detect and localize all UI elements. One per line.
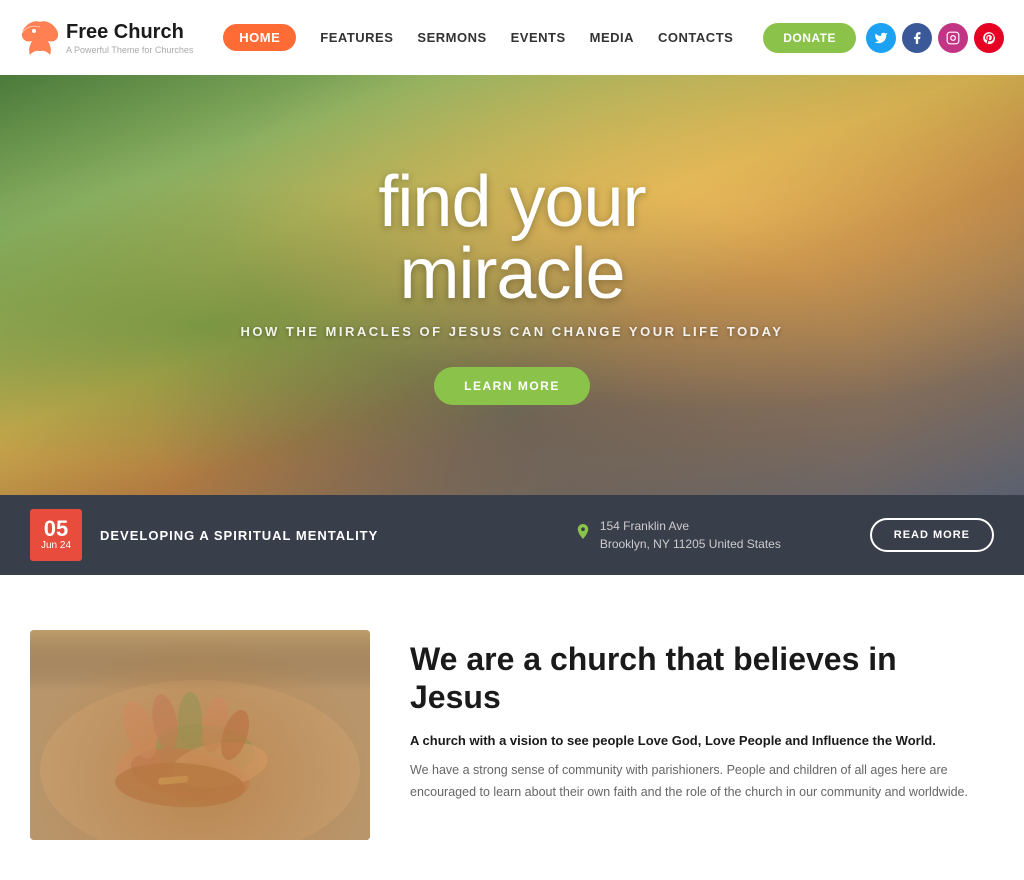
about-tagline: A church with a vision to see people Lov… [410,731,994,751]
main-nav: HOME FEATURES SERMONS EVENTS MEDIA CONTA… [223,24,733,51]
hero-section: find your miracle HOW THE MIRACLES OF JE… [0,75,1024,495]
pinterest-icon[interactable] [974,23,1004,53]
twitter-icon[interactable] [866,23,896,53]
hero-subtitle: HOW THE MIRACLES OF JESUS CAN CHANGE YOU… [241,324,784,339]
about-heading: We are a church that believes in Jesus [410,640,994,717]
instagram-icon[interactable] [938,23,968,53]
nav-features[interactable]: FEATURES [320,30,393,45]
about-content: We are a church that believes in Jesus A… [410,630,994,803]
about-image [30,630,370,840]
location-text: 154 Franklin Ave Brooklyn, NY 11205 Unit… [600,517,781,553]
about-image-bg [30,630,370,840]
hero-title-line2: miracle [399,234,624,314]
facebook-icon[interactable] [902,23,932,53]
event-title: DEVELOPING A SPIRITUAL MENTALITY [100,528,485,543]
hero-cta-button[interactable]: LEARN MORE [434,367,590,405]
logo-title: Free Church [66,21,193,43]
logo[interactable]: Free Church A Powerful Theme for Churche… [20,15,193,60]
event-date-box: 05 Jun 24 [30,509,82,561]
nav-home[interactable]: HOME [223,24,296,51]
location-line2: Brooklyn, NY 11205 United States [600,535,781,553]
nav-contacts[interactable]: CONTACTS [658,30,733,45]
hero-title: find your miracle [241,166,784,310]
hero-title-line1: find your [378,162,645,242]
location-line1: 154 Franklin Ave [600,517,781,535]
event-date-day: 05 [44,518,68,540]
header-right: DONATE [763,23,1004,53]
event-location: 154 Franklin Ave Brooklyn, NY 11205 Unit… [485,517,870,553]
read-more-button[interactable]: READ MORE [870,518,994,552]
event-date-month: Jun 24 [41,540,71,552]
event-bar: 05 Jun 24 DEVELOPING A SPIRITUAL MENTALI… [0,495,1024,575]
social-icons [866,23,1004,53]
about-section: We are a church that believes in Jesus A… [0,575,1024,880]
donate-button[interactable]: DONATE [763,23,856,53]
about-body: We have a strong sense of community with… [410,760,994,803]
location-icon [574,522,592,549]
nav-sermons[interactable]: SERMONS [417,30,486,45]
hero-content: find your miracle HOW THE MIRACLES OF JE… [221,146,804,425]
logo-subtitle: A Powerful Theme for Churches [66,45,193,55]
nav-events[interactable]: EVENTS [511,30,566,45]
logo-icon [20,15,58,60]
site-header: Free Church A Powerful Theme for Churche… [0,0,1024,75]
nav-media[interactable]: MEDIA [590,30,634,45]
